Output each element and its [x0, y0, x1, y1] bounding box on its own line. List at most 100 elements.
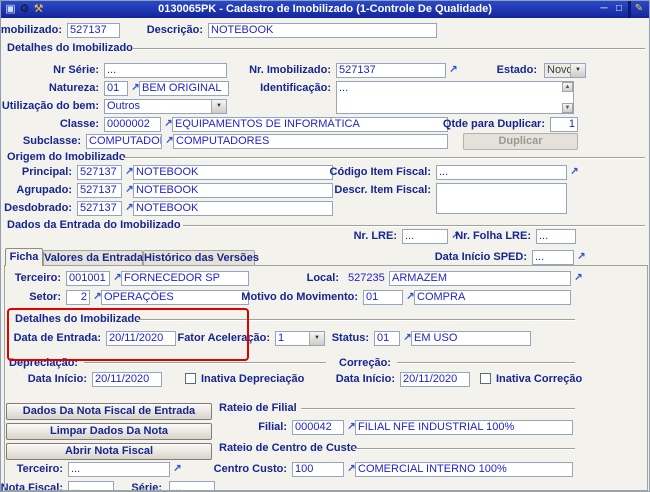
- qtde-duplicar-label: Qtde para Duplicar:: [442, 118, 545, 130]
- lookup-icon[interactable]: ↗: [573, 271, 584, 284]
- scroll-down-icon[interactable]: ▼: [562, 103, 573, 113]
- qtde-duplicar-field[interactable]: 1: [550, 117, 578, 132]
- codigo-item-fiscal-field[interactable]: ...: [436, 165, 567, 180]
- chevron-down-icon[interactable]: ▼: [211, 100, 226, 113]
- filial-code-field[interactable]: 000042: [292, 420, 344, 435]
- estado-select[interactable]: Novo ▼: [544, 63, 586, 78]
- codigo-item-fiscal-label: Código Item Fiscal:: [329, 166, 431, 178]
- nr-serie-field[interactable]: ...: [104, 63, 227, 78]
- subclasse-label: Subclasse:: [22, 135, 81, 147]
- tab-historico-versoes[interactable]: Histórico das Versões: [143, 250, 259, 266]
- setor-desc-field[interactable]: OPERAÇÕES: [101, 290, 249, 305]
- identificacao-field[interactable]: ... ▲ ▼: [336, 81, 574, 114]
- abrir-nota-fiscal-button[interactable]: Abrir Nota Fiscal: [6, 443, 212, 460]
- inativa-correcao-label: Inativa Correção: [496, 373, 583, 385]
- titlebar-divider: [628, 1, 631, 18]
- lookup-icon[interactable]: ↗: [172, 462, 183, 475]
- setor-label: Setor:: [29, 291, 61, 303]
- correcao-data-inicio-field[interactable]: 20/11/2020: [400, 372, 470, 387]
- utilizacao-bem-select[interactable]: Outros ▼: [104, 99, 227, 114]
- section-divider: [84, 362, 326, 364]
- depreciacao-data-inicio-field[interactable]: 20/11/2020: [92, 372, 162, 387]
- motivo-desc-field[interactable]: COMPRA: [414, 290, 571, 305]
- classe-desc-field[interactable]: EQUIPAMENTOS DE INFORMÁTICA: [172, 117, 448, 132]
- principal-label: Principal:: [21, 166, 72, 178]
- nr-lre-label: Nr. LRE:: [353, 230, 397, 242]
- fator-aceleracao-label: Fator Aceleração:: [177, 332, 270, 344]
- agrupado-desc-field[interactable]: NOTEBOOK: [133, 183, 333, 198]
- fator-aceleracao-select[interactable]: 1 ▼: [275, 331, 325, 346]
- serie-field[interactable]: ...: [169, 481, 215, 491]
- inativa-depreciacao-checkbox[interactable]: [185, 373, 196, 384]
- setor-code-field[interactable]: 2: [66, 290, 90, 305]
- dados-nota-fiscal-button[interactable]: Dados Da Nota Fiscal de Entrada: [6, 403, 212, 420]
- depreciacao-data-inicio-label: Data Início:: [27, 373, 87, 385]
- terceiro-desc-field[interactable]: FORNECEDOR SP: [121, 271, 249, 286]
- principal-desc-field[interactable]: NOTEBOOK: [133, 165, 333, 180]
- edit-pencil-icon[interactable]: ✎: [632, 2, 646, 16]
- desdobrado-desc-field[interactable]: NOTEBOOK: [133, 201, 333, 216]
- lookup-icon[interactable]: ↗: [448, 63, 459, 76]
- classe-label: Classe:: [59, 118, 99, 130]
- section-depreciacao: Depreciação:: [9, 357, 79, 369]
- status-code-field[interactable]: 01: [374, 331, 400, 346]
- section-rateio-centro-custo: Rateio de Centro de Custo: [219, 442, 358, 454]
- subclasse-desc-field[interactable]: COMPUTADORES: [173, 134, 448, 149]
- centro-custo-desc-field[interactable]: COMERCIAL INTERNO 100%: [355, 462, 573, 477]
- app-window: ▣ ⚙ ⚒ 0130065PK - Cadastro de Imobilizad…: [0, 0, 650, 492]
- inativa-depreciacao-label: Inativa Depreciação: [201, 373, 305, 385]
- section-dados-entrada: Dados da Entrada do Imobilizado: [7, 219, 181, 231]
- nr-folha-lre-field[interactable]: ...: [536, 229, 576, 244]
- limpar-dados-nota-button[interactable]: Limpar Dados Da Nota: [6, 423, 212, 440]
- section-divider: [123, 157, 645, 159]
- data-inicio-sped-field[interactable]: ...: [532, 250, 574, 265]
- correcao-data-inicio-label: Data Início:: [335, 373, 395, 385]
- lookup-icon[interactable]: ↗: [576, 250, 587, 263]
- centro-custo-label: Centro Custo:: [213, 463, 287, 475]
- local-label: Local:: [306, 272, 339, 284]
- natureza-code-field[interactable]: 01: [104, 81, 128, 96]
- centro-custo-code-field[interactable]: 100: [292, 462, 344, 477]
- estado-label: Estado:: [496, 64, 537, 76]
- tab-valores-entrada[interactable]: Valores da Entrada: [43, 250, 143, 266]
- status-desc-field[interactable]: EM USO: [411, 331, 531, 346]
- scroll-up-icon[interactable]: ▲: [562, 82, 573, 92]
- descr-item-fiscal-field[interactable]: [436, 183, 567, 214]
- descr-item-fiscal-label: Descr. Item Fiscal:: [334, 184, 431, 196]
- filial-desc-field[interactable]: FILIAL NFE INDUSTRIAL 100%: [355, 420, 573, 435]
- descricao-field[interactable]: NOTEBOOK: [208, 23, 437, 38]
- duplicar-button[interactable]: Duplicar: [463, 133, 578, 150]
- imobilizado-label: Imobilizado:: [0, 24, 62, 36]
- section-detalhes-imobilizado-ficha: Detalhes do Imobilizado: [15, 313, 141, 325]
- natureza-desc-field[interactable]: BEM ORIGINAL: [139, 81, 229, 96]
- section-divider: [183, 225, 645, 227]
- agrupado-code-field[interactable]: 527137: [77, 183, 122, 198]
- motivo-code-field[interactable]: 01: [363, 290, 403, 305]
- lookup-icon[interactable]: ↗: [569, 165, 580, 178]
- maximize-button[interactable]: □: [612, 2, 626, 16]
- nota-fiscal-label: Nota Fiscal:: [0, 482, 63, 492]
- nr-lre-field[interactable]: ...: [402, 229, 448, 244]
- data-entrada-field[interactable]: 20/11/2020: [106, 331, 176, 346]
- serie-label: Série:: [131, 482, 162, 492]
- chevron-down-icon[interactable]: ▼: [570, 64, 585, 77]
- tab-ficha[interactable]: Ficha: [5, 248, 43, 266]
- imobilizado-field[interactable]: 527137: [67, 23, 120, 38]
- filial-label: Filial:: [258, 421, 287, 433]
- section-divider: [301, 408, 575, 410]
- descricao-label: Descrição:: [146, 24, 203, 36]
- chevron-down-icon[interactable]: ▼: [309, 332, 324, 345]
- section-correcao: Correção:: [339, 357, 391, 369]
- inativa-correcao-checkbox[interactable]: [480, 373, 491, 384]
- local-desc-field[interactable]: ARMAZEM: [389, 271, 571, 286]
- classe-code-field[interactable]: 0000002: [104, 117, 161, 132]
- desdobrado-code-field[interactable]: 527137: [77, 201, 122, 216]
- nf-terceiro-field[interactable]: ...: [68, 462, 170, 477]
- terceiro-code-field[interactable]: 001001: [66, 271, 110, 286]
- minimize-button[interactable]: ─: [597, 2, 611, 16]
- section-rateio-filial: Rateio de Filial: [219, 402, 297, 414]
- nota-fiscal-field[interactable]: ...: [68, 481, 114, 491]
- principal-code-field[interactable]: 527137: [77, 165, 122, 180]
- subclasse-code-field[interactable]: COMPUTADORES: [86, 134, 162, 149]
- nr-imobilizado-field[interactable]: 527137: [336, 63, 446, 78]
